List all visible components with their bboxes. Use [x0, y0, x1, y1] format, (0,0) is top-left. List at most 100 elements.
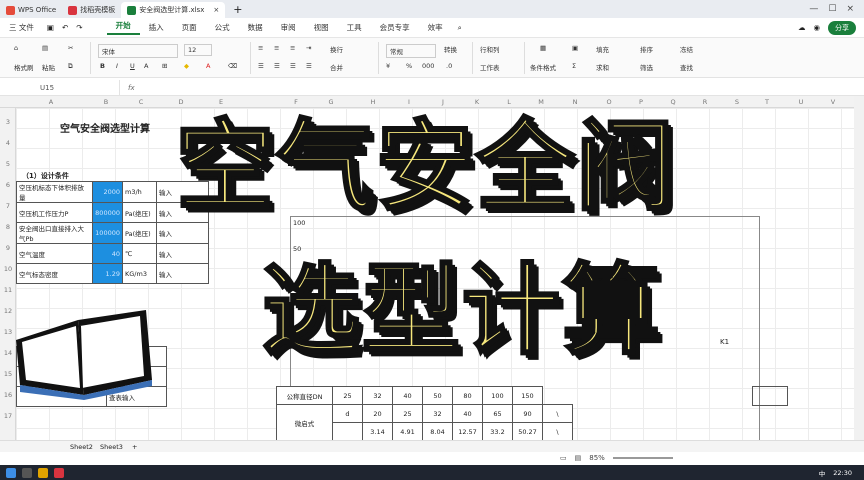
row-col-button[interactable]: 行和列	[480, 44, 500, 54]
align-bottom-icon[interactable]: ≡	[290, 44, 295, 52]
find-button[interactable]: 查找	[680, 62, 693, 72]
fx-icon[interactable]: fx	[120, 84, 143, 92]
sum-icon[interactable]: Σ	[572, 62, 576, 70]
param-value[interactable]: 100000	[92, 222, 123, 244]
number-format-select[interactable]: 常规	[386, 44, 436, 58]
zoom-slider[interactable]	[612, 457, 673, 459]
new-tab-icon[interactable]: +	[233, 3, 242, 16]
menu-home[interactable]: 开始	[106, 20, 140, 35]
menu-data[interactable]: 数据	[239, 22, 272, 33]
indent-icon[interactable]: ⇥	[306, 44, 311, 52]
worksheet-button[interactable]: 工作表	[480, 62, 500, 72]
row-header[interactable]: 3	[0, 118, 16, 126]
close-window-icon[interactable]: ×	[846, 4, 854, 14]
column-header[interactable]: U	[796, 98, 806, 106]
row-header[interactable]: 17	[0, 412, 16, 420]
column-header[interactable]: B	[101, 98, 111, 106]
strike-button[interactable]: A	[144, 62, 148, 70]
format-painter-button[interactable]: 格式刷	[14, 62, 34, 72]
underline-button[interactable]: U	[130, 62, 135, 70]
freeze-button[interactable]: 冻结	[680, 44, 693, 54]
add-sheet-button[interactable]: +	[132, 443, 137, 451]
column-header[interactable]: L	[504, 98, 514, 106]
menu-tools[interactable]: 工具	[338, 22, 371, 33]
menu-view[interactable]: 视图	[305, 22, 338, 33]
merge-button[interactable]: 合并	[330, 62, 343, 72]
style-icon[interactable]: ▣	[572, 44, 578, 52]
fill-button[interactable]: 填充	[596, 44, 609, 54]
align-right-icon[interactable]: ☰	[290, 62, 296, 70]
name-box[interactable]: U15	[0, 80, 120, 95]
font-size-select[interactable]: 12	[184, 44, 212, 56]
copy-icon[interactable]: ⧉	[68, 62, 73, 71]
folder-icon[interactable]	[38, 467, 48, 478]
font-name-select[interactable]: 宋体	[98, 44, 178, 58]
param-value[interactable]: 2000	[92, 181, 123, 203]
column-header[interactable]: N	[570, 98, 580, 106]
menu-review[interactable]: 审阅	[272, 22, 305, 33]
start-icon[interactable]	[6, 467, 16, 478]
menu-efficiency[interactable]: 效率	[419, 22, 452, 33]
row-header[interactable]: 8	[0, 223, 16, 231]
align-top-icon[interactable]: ≡	[258, 44, 263, 52]
user-icon[interactable]: ◉	[813, 23, 820, 32]
currency-icon[interactable]: ¥	[386, 62, 390, 70]
column-header[interactable]: P	[636, 98, 646, 106]
column-header[interactable]: C	[136, 98, 146, 106]
sheet-tab-2[interactable]: Sheet2	[70, 443, 93, 451]
param-value[interactable]: 800000	[92, 202, 123, 223]
paste-icon[interactable]: ▤	[42, 44, 48, 52]
zoom-level[interactable]: 85%	[589, 454, 605, 462]
align-left-icon[interactable]: ☰	[258, 62, 264, 70]
input-mode[interactable]: 中	[819, 468, 826, 478]
sort-button[interactable]: 排序	[640, 44, 653, 54]
menu-formula[interactable]: 公式	[206, 22, 239, 33]
thousands-button[interactable]: 000	[422, 62, 434, 70]
column-header[interactable]: F	[291, 98, 301, 106]
cond-format-button[interactable]: 条件格式	[530, 62, 556, 72]
filter-button[interactable]: 筛选	[640, 62, 653, 72]
share-button[interactable]: 分享	[828, 20, 856, 35]
column-header[interactable]: S	[732, 98, 742, 106]
search-icon[interactable]: ⌕	[452, 23, 468, 33]
column-header[interactable]: G	[326, 98, 336, 106]
clear-icon[interactable]: ⌫	[228, 62, 237, 70]
align-middle-icon[interactable]: ≡	[274, 44, 279, 52]
fill-color-icon[interactable]: ◆	[184, 62, 189, 70]
italic-button[interactable]: I	[116, 62, 118, 70]
convert-button[interactable]: 转换	[444, 44, 457, 54]
save-icon[interactable]: ▣	[43, 23, 58, 32]
menu-member[interactable]: 会员专享	[371, 22, 419, 33]
column-header[interactable]: A	[46, 98, 56, 106]
column-header[interactable]: K	[472, 98, 482, 106]
redo-icon[interactable]: ↷	[72, 23, 86, 32]
view-normal-icon[interactable]: ▭	[560, 454, 567, 462]
paste-button[interactable]: 粘贴	[42, 62, 55, 72]
minimize-icon[interactable]: —	[809, 4, 818, 14]
maximize-icon[interactable]: ☐	[828, 4, 836, 14]
row-header[interactable]: 5	[0, 160, 16, 168]
param-value[interactable]: 40	[92, 243, 123, 264]
row-header[interactable]: 7	[0, 202, 16, 210]
selected-cell[interactable]	[752, 386, 788, 406]
wps-taskbar-icon[interactable]	[54, 467, 64, 478]
row-header[interactable]: 4	[0, 139, 16, 147]
row-header[interactable]: 9	[0, 244, 16, 252]
format-painter-icon[interactable]: ⌂	[14, 44, 18, 52]
tab-workbook[interactable]: 安全阀选型计算.xlsx ×	[121, 2, 226, 18]
sum-button[interactable]: 求和	[596, 62, 609, 72]
row-header[interactable]: 11	[0, 286, 16, 294]
file-menu[interactable]: 三 文件	[0, 22, 43, 33]
row-header[interactable]: 10	[0, 265, 16, 273]
vertical-scrollbar[interactable]	[854, 96, 864, 440]
decimal-icon[interactable]: .0	[446, 62, 452, 70]
column-header[interactable]: R	[700, 98, 710, 106]
column-header[interactable]: I	[404, 98, 414, 106]
column-header[interactable]: V	[828, 98, 838, 106]
column-header[interactable]: E	[216, 98, 226, 106]
column-header[interactable]: H	[368, 98, 378, 106]
font-color-icon[interactable]: A	[206, 62, 210, 70]
cut-icon[interactable]: ✂	[68, 44, 73, 52]
undo-icon[interactable]: ↶	[58, 23, 72, 32]
bold-button[interactable]: B	[100, 62, 105, 70]
